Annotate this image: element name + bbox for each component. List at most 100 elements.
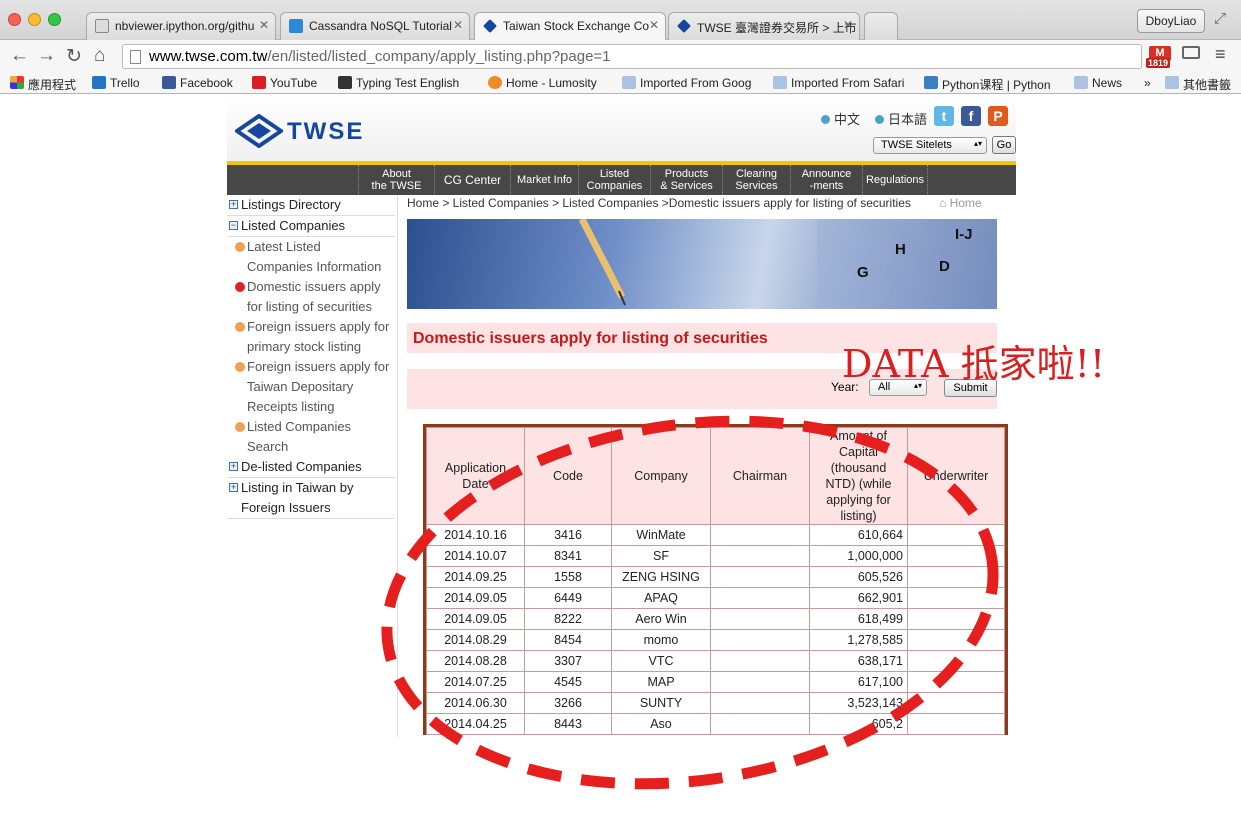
reload-icon[interactable]: ↻	[66, 45, 82, 68]
nav-foreign-issuers[interactable]: + Listing in Taiwan by Foreign Issuers	[227, 478, 395, 519]
lang-japanese-link[interactable]: 日本語	[875, 109, 927, 128]
folder-icon	[773, 76, 787, 89]
cell-amount: 617,100	[809, 671, 908, 693]
nav-listings-directory[interactable]: + Listings Directory	[227, 195, 395, 216]
browser-tabstrip: nbviewer.ipython.org/githu ✕ Cassandra N…	[0, 0, 1241, 40]
header-company: Company	[611, 427, 711, 525]
close-tab-icon[interactable]: ✕	[453, 18, 463, 32]
tab-twse-en[interactable]: Taiwan Stock Exchange Co ✕	[474, 12, 666, 40]
banner-image: H I-J G D	[407, 219, 997, 309]
annotation-text: DATA 抵家啦!!	[842, 342, 1106, 386]
arrow-bullet-icon	[235, 322, 245, 332]
table-row: 2014.10.07 8341 SF 1,000,000	[426, 545, 1005, 567]
nav-foreign-primary[interactable]: Foreign issuers apply for primary stock l…	[235, 317, 397, 357]
cast-icon[interactable]	[1182, 46, 1200, 59]
folder-icon	[1074, 76, 1088, 89]
forward-icon[interactable]: →	[37, 45, 56, 67]
back-icon[interactable]: ←	[10, 45, 29, 67]
home-icon[interactable]: ⌂	[94, 45, 105, 67]
sitelets-select[interactable]: TWSE Sitelets ▴▾	[873, 137, 987, 154]
bookmark-folder-news[interactable]: News	[1074, 76, 1122, 90]
menu-products[interactable]: Products & Services	[650, 165, 722, 195]
cell-underwriter	[907, 650, 1005, 672]
cell-chairman	[710, 713, 810, 735]
twitter-icon[interactable]: t	[934, 106, 954, 126]
cell-date: 2014.07.25	[426, 671, 525, 693]
bookmark-label: Imported From Safari	[791, 76, 905, 90]
nav-listed-companies[interactable]: − Listed Companies	[227, 216, 395, 237]
cell-code: 8443	[524, 713, 612, 735]
menu-icon[interactable]: ≡	[1215, 44, 1226, 65]
listing-table-frame: Application Date Code Company Chairman A…	[423, 424, 1008, 735]
table-row: 2014.07.25 4545 MAP 617,100	[426, 671, 1005, 693]
folder-icon	[622, 76, 636, 89]
bookmark-folder-google[interactable]: Imported From Goog	[622, 76, 751, 90]
menu-regulations[interactable]: Regulations	[862, 165, 928, 195]
new-tab-button[interactable]	[864, 12, 898, 40]
menu-cg-center[interactable]: CG Center	[434, 165, 510, 195]
nav-domestic-issuers[interactable]: Domestic issuers apply for listing of sec…	[235, 277, 397, 317]
bookmark-folder-safari[interactable]: Imported From Safari	[773, 76, 904, 90]
bookmark-label: Python课程 | Python	[942, 78, 1051, 92]
cell-company: SUNTY	[611, 692, 711, 714]
minimize-window-button[interactable]	[28, 13, 41, 26]
breadcrumb[interactable]: Home > Listed Companies > Listed Compani…	[407, 196, 1016, 214]
bookmark-facebook[interactable]: Facebook	[162, 76, 233, 90]
column-divider	[397, 195, 398, 737]
bookmark-folder-other[interactable]: 其他書籤	[1165, 76, 1231, 93]
menu-announcements[interactable]: Announce -ments	[790, 165, 862, 195]
facebook-icon[interactable]: f	[961, 106, 981, 126]
menu-clearing[interactable]: Clearing Services	[722, 165, 790, 195]
bookmark-label: 其他書籤	[1183, 78, 1232, 92]
bookmark-label: Home - Lumosity	[506, 76, 597, 90]
zoom-window-button[interactable]	[48, 13, 61, 26]
cell-amount: 605,2	[809, 713, 908, 735]
tab-twse-zh[interactable]: TWSE 臺灣證券交易所 > 上市 ✕	[668, 12, 860, 40]
menu-about[interactable]: About the TWSE	[358, 165, 434, 195]
go-button[interactable]: Go	[992, 136, 1016, 154]
site-logo-text[interactable]: TWSE	[287, 118, 364, 146]
home-link[interactable]: ⌂ Home	[939, 196, 982, 210]
nav-latest-listed[interactable]: Latest Listed Companies Information	[235, 237, 397, 277]
cell-underwriter	[907, 524, 1005, 546]
trello-icon	[92, 76, 106, 89]
close-window-button[interactable]	[8, 13, 21, 26]
nav-label: Listed Companies	[247, 419, 352, 434]
cell-underwriter	[907, 566, 1005, 588]
address-bar[interactable]: www.twse.com.tw/en/listed/listed_company…	[122, 44, 1142, 69]
cell-company: Aso	[611, 713, 711, 735]
bookmark-lumosity[interactable]: Home - Lumosity	[488, 76, 597, 90]
facebook-icon	[162, 76, 176, 89]
plurk-icon[interactable]: P	[988, 106, 1008, 126]
nav-delisted[interactable]: + De-listed Companies	[227, 457, 395, 478]
cell-code: 6449	[524, 587, 612, 609]
cell-date: 2014.04.25	[426, 713, 525, 735]
bookmark-python[interactable]: Python课程 | Python	[924, 76, 1051, 93]
cell-date: 2014.06.30	[426, 692, 525, 714]
table-row: 2014.09.25 1558 ZENG HSING 605,526	[426, 566, 1005, 588]
close-tab-icon[interactable]: ✕	[649, 18, 659, 32]
nav-foreign-tdr[interactable]: Foreign issuers apply for Taiwan Deposita…	[235, 357, 397, 417]
bookmark-typing-test[interactable]: Typing Test English	[338, 76, 459, 90]
profile-button[interactable]: DboyLiao	[1137, 9, 1205, 33]
fullscreen-icon[interactable]: ⤢	[1214, 10, 1226, 27]
table-body: 2014.10.16 3416 WinMate 610,664 2014.10.07 83…	[426, 524, 1005, 735]
bookmark-trello[interactable]: Trello	[92, 76, 140, 90]
close-tab-icon[interactable]: ✕	[843, 18, 853, 32]
menu-listed-companies[interactable]: Listed Companies	[578, 165, 650, 195]
bookmark-apps[interactable]: 應用程式	[10, 76, 76, 93]
cell-chairman	[710, 650, 810, 672]
cell-company: SF	[611, 545, 711, 567]
lang-chinese-link[interactable]: 中文	[821, 109, 860, 128]
close-tab-icon[interactable]: ✕	[259, 18, 269, 32]
cell-underwriter	[907, 692, 1005, 714]
bookmark-label: YouTube	[270, 76, 318, 90]
tab-cassandra[interactable]: Cassandra NoSQL Tutorial ✕	[280, 12, 470, 40]
menu-market-info[interactable]: Market Info	[510, 165, 578, 195]
bookmark-overflow[interactable]: »	[1126, 76, 1151, 90]
nav-company-search[interactable]: Listed Companies Search	[235, 417, 397, 457]
bookmark-youtube[interactable]: YouTube	[252, 76, 317, 90]
banner-letter-ij: I-J	[955, 226, 973, 243]
tab-nbviewer[interactable]: nbviewer.ipython.org/githu ✕	[86, 12, 276, 40]
cell-amount: 1,000,000	[809, 545, 908, 567]
